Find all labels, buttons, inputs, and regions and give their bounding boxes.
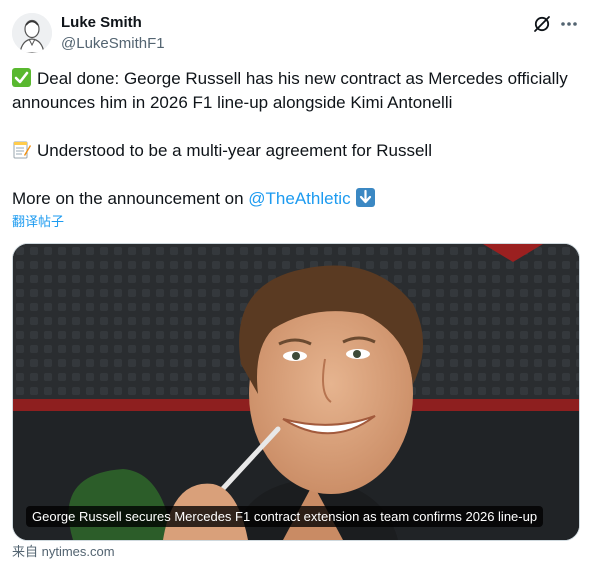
tweet-line-2: Understood to be a multi-year agreement … — [37, 141, 432, 160]
article-image — [13, 244, 579, 540]
down-arrow-emoji-icon — [355, 188, 375, 207]
link-preview-card[interactable]: George Russell secures Mercedes F1 contr… — [12, 243, 580, 541]
check-mark-emoji-icon — [12, 68, 31, 87]
more-options-icon[interactable] — [559, 14, 579, 34]
grok-icon[interactable] — [532, 14, 552, 34]
author-avatar[interactable] — [12, 13, 52, 53]
article-caption: George Russell secures Mercedes F1 contr… — [26, 506, 544, 527]
tweet-paragraph-3: More on the announcement on @TheAthletic — [12, 187, 582, 211]
source-domain-link[interactable]: nytimes.com — [42, 544, 115, 559]
author-handle[interactable]: @LukeSmithF1 — [61, 34, 165, 53]
source-prefix: 来自 — [12, 544, 42, 559]
translate-post-link[interactable]: 翻译帖子 — [12, 213, 64, 231]
link-source: 来自 nytimes.com — [12, 543, 115, 561]
memo-emoji-icon — [12, 140, 31, 159]
tweet-paragraph-2: Understood to be a multi-year agreement … — [12, 139, 582, 163]
author-name[interactable]: Luke Smith — [61, 13, 142, 32]
mention-link[interactable]: @TheAthletic — [248, 189, 350, 208]
tweet-line-3: More on the announcement on — [12, 189, 249, 208]
tweet-paragraph-1: Deal done: George Russell has his new co… — [12, 67, 582, 115]
tweet-text: Deal done: George Russell has his new co… — [12, 67, 582, 211]
tweet-line-1: Deal done: George Russell has his new co… — [12, 69, 568, 112]
